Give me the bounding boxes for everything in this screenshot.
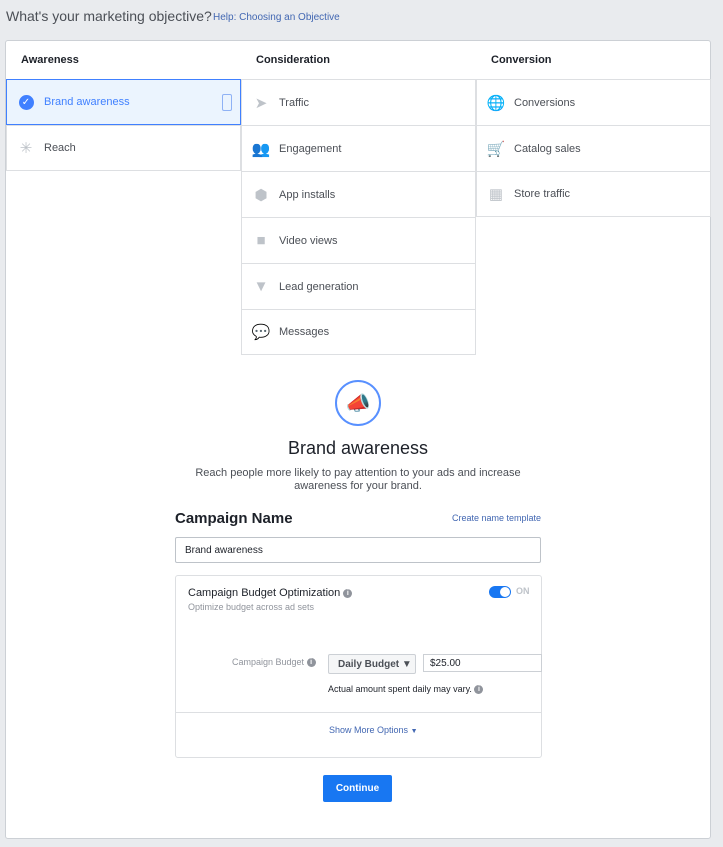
caret-down-icon: ▼ <box>401 659 412 670</box>
item-label: Store traffic <box>514 188 571 200</box>
info-icon[interactable]: i <box>343 588 353 598</box>
item-label: Messages <box>279 326 330 338</box>
item-label: Video views <box>279 234 338 247</box>
campaign-name-input[interactable] <box>175 537 541 563</box>
item-label: Lead generation <box>279 280 359 293</box>
item-label: App installs <box>279 188 336 201</box>
item-label: Engagement <box>279 142 342 155</box>
mobile-icon <box>222 94 232 111</box>
create-name-template-link[interactable]: Create name template <box>452 513 541 523</box>
objective-store-traffic[interactable]: ▦ Store traffic <box>476 171 711 217</box>
objective-app-installs[interactable]: ⬢ App installs <box>241 171 476 217</box>
column-conversion: Conversion 🌐 Conversions 🛒 Catalog sales ▦… <box>476 41 711 217</box>
people-icon: 👥 <box>251 140 271 158</box>
reach-icon: ✳ <box>19 140 33 157</box>
video-camera-icon: ■ <box>256 232 266 249</box>
store-icon: ▦ <box>488 186 504 203</box>
column-heading: Consideration <box>256 54 330 66</box>
help-link[interactable]: Help: Choosing an Objective <box>213 12 340 23</box>
megaphone-icon: 📣 <box>335 380 381 426</box>
column-consideration: Consideration ➤ Traffic 👥 Engagement ⬢ App … <box>241 41 476 355</box>
objective-title: Brand awareness <box>287 438 429 458</box>
item-label: Brand awareness <box>44 96 130 108</box>
cbo-title: Campaign Budget Optimization <box>188 587 341 599</box>
objective-catalog-sales[interactable]: 🛒 Catalog sales <box>476 125 711 171</box>
budget-type-value: Daily Budget <box>338 659 400 670</box>
column-awareness: Awareness ✓ Brand awareness ✳ Reach <box>6 41 241 171</box>
show-more-options-link[interactable]: Show More Options ▼ <box>329 725 418 735</box>
box-icon: ⬢ <box>254 186 268 204</box>
toggle-label: ON <box>516 586 530 596</box>
objective-engagement[interactable]: 👥 Engagement <box>241 125 476 171</box>
caret-down-icon: ▼ <box>410 728 418 735</box>
info-icon[interactable]: i <box>474 685 484 695</box>
item-label: Conversions <box>514 96 576 109</box>
budget-note: Actual amount spent daily may vary. <box>328 684 472 694</box>
campaign-name-label: Campaign Name <box>175 510 293 527</box>
cbo-toggle[interactable] <box>489 586 511 598</box>
divider <box>176 712 541 713</box>
column-heading: Awareness <box>21 54 79 66</box>
info-icon[interactable]: i <box>306 658 316 668</box>
chat-bubbles-icon: 💬 <box>251 324 271 341</box>
objective-traffic[interactable]: ➤ Traffic <box>241 79 476 125</box>
cursor-icon: ➤ <box>254 94 268 112</box>
item-label: Reach <box>44 142 76 154</box>
page-title: What's your marketing objective? <box>6 8 212 24</box>
column-heading: Conversion <box>491 54 552 66</box>
objective-brand-awareness[interactable]: ✓ Brand awareness <box>6 79 241 125</box>
objective-lead-generation[interactable]: ▼ Lead generation <box>241 263 476 309</box>
globe-icon: 🌐 <box>486 94 506 112</box>
check-circle-icon: ✓ <box>17 93 35 111</box>
cart-icon: 🛒 <box>486 140 506 158</box>
objective-reach[interactable]: ✳ Reach <box>6 125 241 171</box>
cbo-subtitle: Optimize budget across ad sets <box>188 602 315 612</box>
item-label: Traffic <box>279 96 309 109</box>
budget-amount-input[interactable]: $25.00 <box>423 654 542 672</box>
campaign-budget-label: Campaign Budget <box>232 657 305 667</box>
objective-messages[interactable]: 💬 Messages <box>241 309 476 355</box>
budget-type-dropdown[interactable]: Daily Budget ▼ <box>328 654 416 674</box>
show-more-label: Show More Options <box>329 725 409 735</box>
cbo-section: Campaign Budget Optimization i Optimize … <box>175 575 542 758</box>
funnel-icon: ▼ <box>253 278 269 295</box>
item-label: Catalog sales <box>514 142 581 155</box>
objective-conversions[interactable]: 🌐 Conversions <box>476 79 711 125</box>
objective-video-views[interactable]: ■ Video views <box>241 217 476 263</box>
continue-button[interactable]: Continue <box>323 775 392 802</box>
objective-description: Reach people more likely to pay attentio… <box>195 467 521 492</box>
